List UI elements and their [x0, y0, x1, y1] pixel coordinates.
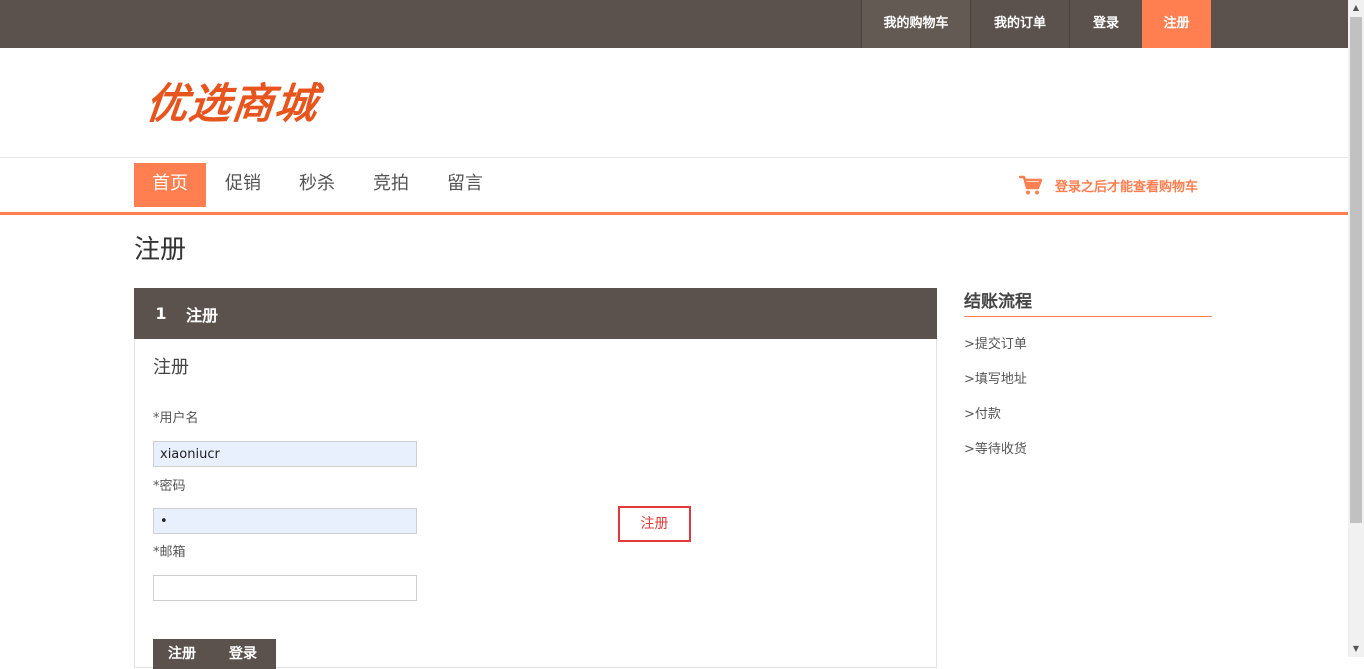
floating-register-button[interactable]: 注册 [618, 506, 691, 542]
cart-hint-text: 登录之后才能查看购物车 [1055, 179, 1199, 195]
login-link-button[interactable]: 登录 [214, 639, 257, 669]
step-title: 注册 [186, 305, 219, 325]
checkout-flow-title: 结账流程 [964, 292, 1032, 312]
main-nav-promotion[interactable]: 促销 [206, 163, 280, 207]
top-nav-login[interactable]: 登录 [1069, 0, 1142, 48]
top-bar: 我的购物车 我的订单 登录 注册 [0, 0, 1348, 48]
password-label: *密码 [153, 479, 186, 494]
register-submit-button[interactable]: 注册 [153, 639, 214, 669]
checkout-step-fill-address: >填写地址 [964, 372, 1027, 387]
main-nav-flash-sale[interactable]: 秒杀 [280, 163, 354, 207]
password-field[interactable] [153, 508, 417, 534]
shopping-cart-icon [1019, 175, 1043, 195]
checkout-flow-underline [964, 316, 1212, 317]
form-title: 注册 [153, 357, 189, 378]
main-nav-home[interactable]: 首页 [134, 163, 206, 207]
register-panel [134, 288, 937, 668]
scrollbar-thumb[interactable] [1350, 17, 1362, 523]
top-nav-register[interactable]: 注册 [1142, 0, 1211, 48]
main-nav-messages[interactable]: 留言 [428, 163, 502, 207]
top-nav-cart[interactable]: 我的购物车 [861, 0, 970, 48]
page-title: 注册 [134, 235, 187, 265]
checkout-step-await-delivery: >等待收货 [964, 442, 1027, 457]
checkout-step-payment: >付款 [964, 407, 1001, 422]
main-nav-auction[interactable]: 竞拍 [354, 163, 428, 207]
vertical-scrollbar[interactable]: ▲ ▼ [1348, 0, 1364, 657]
cart-hint[interactable]: 登录之后才能查看购物车 [1019, 173, 1198, 197]
email-field[interactable] [153, 575, 417, 601]
top-nav-orders[interactable]: 我的订单 [970, 0, 1069, 48]
email-label: *邮箱 [153, 545, 186, 560]
scroll-up-arrow-icon[interactable]: ▲ [1348, 0, 1364, 16]
form-actions: 注册 登录 [153, 639, 276, 669]
main-nav: 首页 促销 秒杀 竞拍 留言 [134, 163, 502, 207]
header-divider [0, 157, 1348, 158]
checkout-step-submit-order: >提交订单 [964, 337, 1027, 352]
step-number: 1 [155, 304, 167, 323]
register-panel-header: 1 注册 [134, 288, 937, 339]
username-label: *用户名 [153, 411, 199, 426]
site-logo[interactable]: 优选商城 [143, 78, 320, 130]
nav-underline [0, 212, 1348, 215]
username-field[interactable] [153, 441, 417, 467]
scroll-down-arrow-icon[interactable]: ▼ [1348, 641, 1364, 657]
top-nav: 我的购物车 我的订单 登录 注册 [861, 0, 1211, 48]
